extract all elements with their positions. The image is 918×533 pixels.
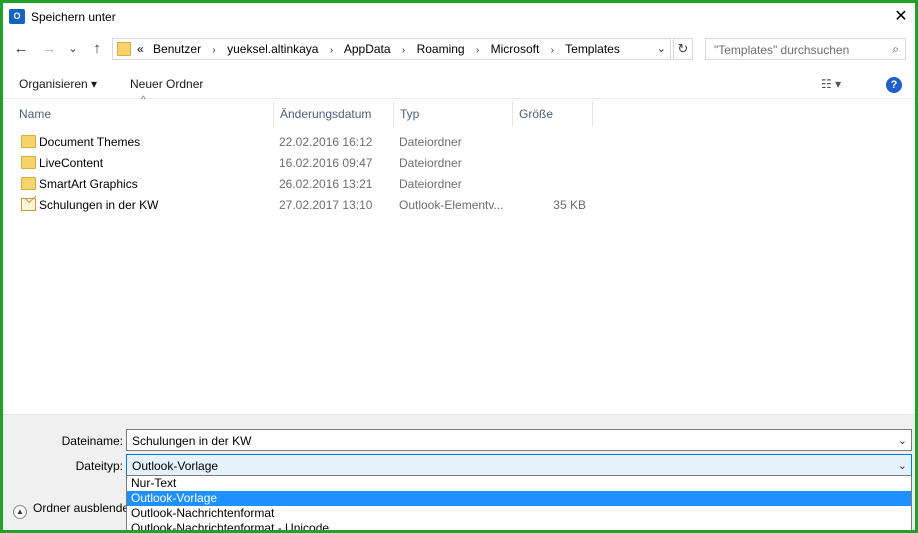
search-input[interactable]: "Templates" durchsuchen ⌕ [705,38,906,60]
file-name: SmartArt Graphics [39,177,138,191]
forward-button[interactable]: → [39,39,59,59]
mail-template-icon [21,198,36,211]
close-button[interactable]: ✕ [889,5,913,29]
folder-icon [21,177,36,190]
chevron-down-icon[interactable]: ⌄ [898,459,907,472]
list-item[interactable]: LiveContent 16.02.2016 09:47 Dateiordner [3,152,603,173]
chevron-right-icon[interactable]: › [330,45,333,56]
column-header-name[interactable]: Name [13,101,274,127]
filetype-select[interactable]: Outlook-Vorlage ⌄ [126,454,912,476]
column-header-type[interactable]: Typ [394,101,513,127]
command-bar: Organisieren ▾ Neuer Ordner ☷ ▾ ? [3,69,915,99]
help-icon[interactable]: ? [886,77,902,93]
column-header-size[interactable]: Größe [513,101,593,127]
hide-folders-label: Ordner ausblenden [33,501,136,515]
folder-icon [117,42,131,56]
file-name: Schulungen in der KW [39,198,159,212]
breadcrumb: « Benutzer › yueksel.altinkaya › AppData… [137,42,620,56]
file-modified: 16.02.2016 09:47 [279,156,373,170]
file-size: 35 KB [553,198,586,212]
filetype-option[interactable]: Outlook-Nachrichtenformat - Unicode [127,521,911,530]
list-item[interactable]: Schulungen in der KW 27.02.2017 13:10 Ou… [3,194,603,215]
folder-icon [21,156,36,169]
navigation-bar: ← → ⌄ ↑ « Benutzer › yueksel.altinkaya ›… [3,35,915,63]
filetype-label: Dateityp: [75,459,123,473]
chevron-down-icon[interactable]: ⌄ [898,434,907,447]
search-placeholder: "Templates" durchsuchen [714,43,850,57]
filetype-value: Outlook-Vorlage [132,459,219,473]
folder-icon [21,135,36,148]
refresh-button[interactable]: ↻ [673,38,693,60]
file-type: Dateiordner [399,135,462,149]
breadcrumb-item[interactable]: AppData [344,42,391,56]
breadcrumb-overflow[interactable]: « [137,42,144,56]
list-item[interactable]: SmartArt Graphics 26.02.2016 13:21 Datei… [3,173,603,194]
file-name: LiveContent [39,156,104,170]
chevron-right-icon[interactable]: › [212,45,215,56]
hide-folders-button[interactable]: ▲ Ordner ausblenden [13,501,136,519]
filetype-option-selected[interactable]: Outlook-Vorlage [127,491,911,506]
file-type: Dateiordner [399,177,462,191]
breadcrumb-item[interactable]: Microsoft [491,42,540,56]
file-modified: 22.02.2016 16:12 [279,135,373,149]
address-dropdown-icon[interactable]: ⌄ [657,42,666,55]
organize-button[interactable]: Organisieren ▾ [19,77,97,91]
file-modified: 27.02.2017 13:10 [279,198,373,212]
window-title: Speichern unter [31,10,116,24]
list-item[interactable]: Document Themes 22.02.2016 16:12 Dateior… [3,131,603,152]
chevron-up-icon: ▲ [13,505,27,519]
breadcrumb-item[interactable]: Benutzer [153,42,201,56]
recent-locations-button[interactable]: ⌄ [63,39,83,59]
title-bar: O Speichern unter ✕ [3,3,915,31]
column-header-modified[interactable]: Änderungsdatum [274,101,394,127]
filename-field[interactable]: Schulungen in der KW ⌄ [126,429,912,451]
breadcrumb-item[interactable]: Templates [565,42,620,56]
file-type: Dateiordner [399,156,462,170]
outlook-icon: O [9,9,25,24]
breadcrumb-item[interactable]: yueksel.altinkaya [227,42,318,56]
chevron-right-icon[interactable]: › [551,45,554,56]
chevron-right-icon[interactable]: › [476,45,479,56]
filetype-option[interactable]: Outlook-Nachrichtenformat [127,506,911,521]
file-modified: 26.02.2016 13:21 [279,177,373,191]
back-button[interactable]: ← [11,39,31,59]
filetype-option[interactable]: Nur-Text [127,476,911,491]
save-as-dialog: O Speichern unter ✕ ← → ⌄ ↑ « Benutzer ›… [0,0,918,533]
up-button[interactable]: ↑ [87,39,107,59]
file-type: Outlook-Elementv... [399,198,504,212]
filename-label: Dateiname: [61,434,123,448]
address-bar[interactable]: « Benutzer › yueksel.altinkaya › AppData… [112,38,671,60]
breadcrumb-item[interactable]: Roaming [417,42,465,56]
view-options-icon[interactable]: ☷ ▾ [821,77,841,91]
filetype-dropdown-list: Nur-Text Outlook-Vorlage Outlook-Nachric… [126,475,912,530]
filename-value: Schulungen in der KW [132,434,252,448]
column-header-row: ^ Name Änderungsdatum Typ Größe [3,95,915,127]
chevron-right-icon[interactable]: › [402,45,405,56]
search-icon[interactable]: ⌕ [892,42,899,57]
file-name: Document Themes [39,135,141,149]
new-folder-button[interactable]: Neuer Ordner [130,77,203,91]
